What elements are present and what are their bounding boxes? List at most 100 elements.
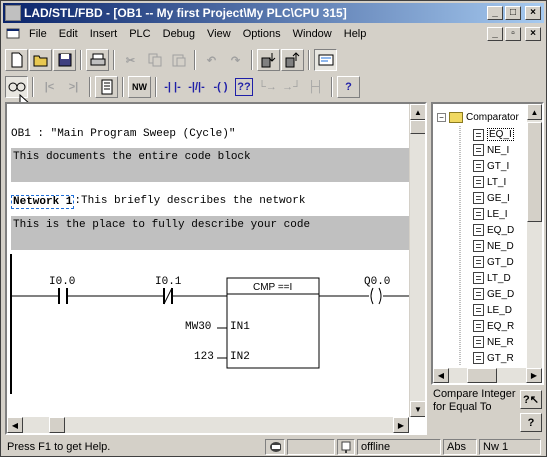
toolbar-separator: [155, 77, 157, 97]
paste-icon[interactable]: [167, 49, 190, 71]
nc-contact-label: -|/|-: [188, 81, 205, 93]
scroll-right-button[interactable]: ▶: [393, 417, 409, 433]
code-editor[interactable]: OB1 : "Main Program Sweep (Cycle)" This …: [5, 102, 427, 435]
connection-icon[interactable]: ├┤: [304, 76, 327, 98]
overview-icon[interactable]: [314, 49, 337, 71]
mdi-minimize-button[interactable]: _: [487, 27, 503, 41]
network-header: Network 1 :This briefly describes the ne…: [11, 195, 305, 209]
nc-contact-icon[interactable]: -|/|-: [185, 76, 208, 98]
no-contact-icon[interactable]: -| |-: [161, 76, 184, 98]
network-title[interactable]: :This briefly describes the network: [74, 195, 305, 209]
contact2-address[interactable]: I0.1: [155, 276, 181, 288]
context-help-icon[interactable]: ?↖: [520, 390, 542, 409]
empty-box-label: ??: [237, 81, 251, 93]
mdi-close-button[interactable]: ×: [525, 27, 541, 41]
toolbar-separator: [122, 77, 124, 97]
menu-help[interactable]: Help: [338, 28, 373, 40]
standard-toolbar: ✂ ↶ ↷: [5, 47, 337, 73]
menu-options[interactable]: Options: [237, 28, 287, 40]
whats-this-label: ?: [345, 81, 352, 93]
menu-debug[interactable]: Debug: [157, 28, 201, 40]
open-icon[interactable]: [29, 49, 52, 71]
network-status-icon: [265, 439, 285, 455]
scroll-up-button[interactable]: ▲: [410, 104, 425, 120]
tree-scroll-up-button[interactable]: ▲: [527, 104, 542, 120]
block-icon[interactable]: [95, 76, 118, 98]
editor-horizontal-scrollbar[interactable]: ◀ ▶: [7, 417, 409, 433]
status-bar: Press F1 to get Help. offline Abs Nw 1: [3, 438, 544, 456]
toolbar-separator: [308, 50, 310, 70]
ladder-network[interactable]: I0.0 I0.1 CMP ==I MW30 IN1 123 IN2 Q0.0: [9, 254, 409, 394]
in2-operand[interactable]: 123: [194, 351, 214, 363]
redo-icon[interactable]: ↷: [224, 49, 247, 71]
app-icon[interactable]: [5, 5, 21, 21]
toolbar-separator: [113, 50, 115, 70]
hscroll-thumb[interactable]: [49, 417, 65, 433]
help-button[interactable]: ?: [520, 413, 542, 432]
save-icon[interactable]: [53, 49, 76, 71]
scroll-thumb[interactable]: [410, 120, 425, 134]
status-help-text: Press F1 to get Help.: [7, 441, 111, 453]
window-title: LAD/STL/FBD - [OB1 -- My first Project\M…: [24, 6, 347, 20]
undo-icon[interactable]: ↶: [200, 49, 223, 71]
status-abs: Abs: [443, 439, 477, 455]
catalog-tree[interactable]: − Comparator EQ_I NE_I GT_I LT_I GE_I LE…: [431, 102, 544, 385]
scroll-left-button[interactable]: ◀: [7, 417, 23, 433]
editor-vertical-scrollbar[interactable]: ▲ ▼: [409, 104, 425, 417]
code-area[interactable]: OB1 : "Main Program Sweep (Cycle)" This …: [9, 106, 409, 419]
cmp-box-title: CMP ==I: [253, 282, 293, 293]
block-comment[interactable]: This documents the entire code block: [11, 148, 409, 182]
close-branch-icon[interactable]: →┘: [280, 76, 303, 98]
tree-scroll-thumb[interactable]: [527, 122, 542, 222]
menu-file[interactable]: File: [23, 28, 53, 40]
close-button[interactable]: ×: [525, 6, 541, 20]
toolbar-separator: [331, 77, 333, 97]
upload-icon[interactable]: [281, 49, 304, 71]
menu-window[interactable]: Window: [287, 28, 338, 40]
mdi-controls: _ ▫ ×: [487, 27, 544, 41]
open-branch-icon[interactable]: └→: [256, 76, 279, 98]
network-label[interactable]: Network 1: [11, 195, 75, 209]
toolbar-separator: [80, 50, 82, 70]
scroll-down-button[interactable]: ▼: [410, 401, 425, 417]
next-network-icon[interactable]: >|: [62, 76, 85, 98]
cut-icon[interactable]: ✂: [119, 49, 142, 71]
empty-box-icon[interactable]: ??: [235, 78, 253, 96]
tree-vertical-scrollbar[interactable]: ▲: [527, 104, 542, 369]
network-insert-icon[interactable]: NW: [128, 76, 151, 98]
new-icon[interactable]: [5, 49, 28, 71]
tree-hscroll-thumb[interactable]: [467, 368, 497, 383]
toolbar-separator: [89, 77, 91, 97]
download-icon[interactable]: [257, 49, 280, 71]
coil-label: -( ): [213, 81, 228, 93]
copy-icon[interactable]: [143, 49, 166, 71]
in1-pin: IN1: [230, 321, 250, 333]
mdi-doc-icon[interactable]: [3, 27, 23, 42]
menu-view[interactable]: View: [201, 28, 237, 40]
status-panel-blank: [287, 439, 335, 455]
contact1-address[interactable]: I0.0: [49, 276, 75, 288]
instruction-hint: Compare Integer for Equal To: [433, 388, 516, 413]
mdi-restore-button[interactable]: ▫: [505, 27, 521, 41]
no-contact-label: -| |-: [164, 81, 181, 93]
minimize-button[interactable]: _: [487, 6, 503, 20]
first-network-icon[interactable]: |<: [38, 76, 61, 98]
tree-scroll-right-button[interactable]: ▶: [526, 368, 542, 383]
menu-edit[interactable]: Edit: [53, 28, 84, 40]
maximize-button[interactable]: □: [505, 6, 521, 20]
whats-this-icon[interactable]: ?: [337, 76, 360, 98]
print-icon[interactable]: [86, 49, 109, 71]
tree-scroll-left-button[interactable]: ◀: [433, 368, 449, 383]
status-mode: offline: [357, 439, 441, 455]
ob-header: OB1 : "Main Program Sweep (Cycle)": [11, 128, 236, 140]
plc-status-icon: [337, 439, 355, 455]
network-comment[interactable]: This is the place to fully describe your…: [11, 216, 409, 250]
toolbar-separator: [194, 50, 196, 70]
coil-icon[interactable]: -( ): [209, 76, 232, 98]
main-window: LAD/STL/FBD - [OB1 -- My first Project\M…: [0, 0, 547, 457]
menu-plc[interactable]: PLC: [123, 28, 156, 40]
coil-address[interactable]: Q0.0: [364, 276, 390, 288]
in1-operand[interactable]: MW30: [185, 321, 211, 333]
menu-insert[interactable]: Insert: [84, 28, 124, 40]
tree-horizontal-scrollbar[interactable]: ◀ ▶: [433, 368, 542, 383]
